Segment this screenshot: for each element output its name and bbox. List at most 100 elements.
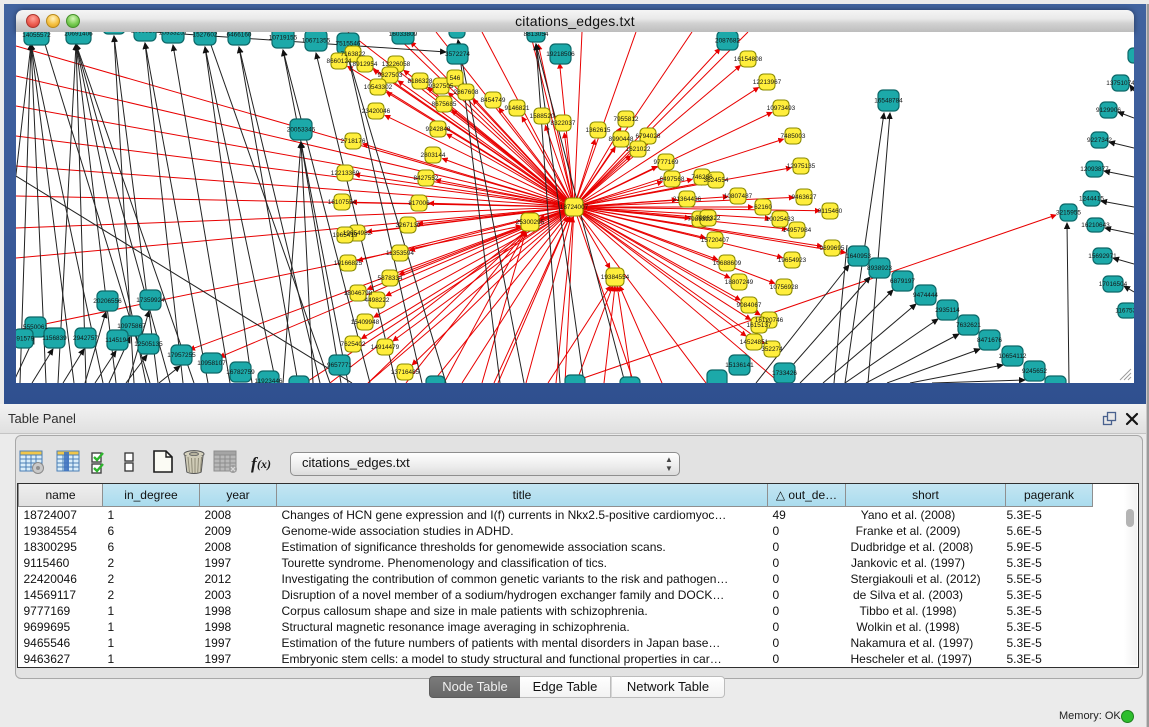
svg-text:13716485: 13716485 — [391, 369, 420, 376]
svg-text:16033809: 16033809 — [389, 32, 418, 38]
svg-text:17016504: 17016504 — [1099, 281, 1128, 288]
svg-text:16210643: 16210643 — [1081, 222, 1110, 229]
svg-text:1615137: 1615137 — [747, 322, 772, 329]
svg-text:15136141: 15136141 — [725, 362, 754, 369]
svg-text:13751074: 13751074 — [1106, 80, 1134, 87]
svg-text:2867608: 2867608 — [454, 89, 479, 96]
svg-text:12505135: 12505135 — [134, 341, 163, 348]
svg-text:1362615: 1362615 — [586, 127, 611, 134]
svg-text:9327503: 9327503 — [378, 72, 403, 79]
svg-text:9129906: 9129906 — [1096, 107, 1121, 114]
svg-text:8427552: 8427552 — [414, 175, 439, 182]
svg-text:15692971: 15692971 — [1088, 253, 1117, 260]
svg-text:7625402: 7625402 — [341, 341, 366, 348]
svg-text:7632621: 7632621 — [956, 322, 981, 329]
svg-text:8938923: 8938923 — [867, 265, 892, 272]
svg-text:16782759: 16782759 — [226, 369, 255, 376]
svg-text:25300295: 25300295 — [516, 219, 545, 226]
svg-text:6794028: 6794028 — [636, 133, 661, 140]
svg-text:(x): (x) — [257, 457, 271, 471]
svg-text:62160: 62160 — [754, 204, 772, 211]
svg-text:7515546: 7515546 — [336, 41, 361, 48]
svg-text:2803144: 2803144 — [421, 152, 446, 159]
svg-text:8322037: 8322037 — [551, 120, 576, 127]
svg-text:8471676: 8471676 — [977, 337, 1002, 344]
svg-text:8990448: 8990448 — [609, 136, 634, 143]
svg-text:3624554: 3624554 — [704, 177, 729, 184]
svg-text:16154808: 16154808 — [734, 56, 763, 63]
svg-text:21364436: 21364436 — [673, 196, 702, 203]
svg-text:19166825: 19166825 — [334, 260, 363, 267]
svg-text:10025433: 10025433 — [766, 216, 795, 223]
svg-text:6466160: 6466160 — [227, 32, 252, 39]
svg-text:352274: 352274 — [761, 346, 783, 353]
svg-text:10958107: 10958107 — [197, 360, 226, 367]
svg-text:14524851: 14524851 — [740, 339, 769, 346]
svg-text:14957984: 14957984 — [783, 227, 812, 234]
svg-text:546: 546 — [450, 75, 461, 82]
svg-text:18724007: 18724007 — [560, 204, 589, 211]
svg-text:19384554: 19384554 — [601, 274, 630, 281]
svg-text:12093877: 12093877 — [1080, 166, 1109, 173]
svg-text:9242848: 9242848 — [426, 126, 451, 133]
svg-text:10973493: 10973493 — [767, 105, 796, 112]
svg-text:9699695: 9699695 — [820, 245, 845, 252]
svg-text:5550061: 5550061 — [23, 324, 48, 331]
svg-text:8675685: 8675685 — [432, 101, 457, 108]
svg-text:7485003: 7485003 — [781, 133, 806, 140]
svg-text:10653287: 10653287 — [131, 32, 160, 35]
svg-text:14914479: 14914479 — [371, 344, 400, 351]
svg-text:17957255: 17957255 — [167, 352, 196, 359]
svg-text:1640953: 1640953 — [846, 253, 871, 260]
svg-text:10543302: 10543302 — [364, 84, 393, 91]
svg-text:6879197: 6879197 — [890, 278, 915, 285]
svg-text:9115460: 9115460 — [818, 208, 843, 215]
svg-text:1167533: 1167533 — [1115, 308, 1134, 315]
svg-text:3572274: 3572274 — [445, 51, 470, 58]
svg-text:11353594: 11353594 — [386, 250, 414, 257]
svg-text:14055572: 14055572 — [22, 32, 51, 39]
svg-text:1965419: 1965419 — [333, 232, 358, 239]
svg-text:1588520: 1588520 — [530, 113, 555, 120]
svg-text:9463627: 9463627 — [792, 194, 817, 201]
svg-text:8912954: 8912954 — [353, 61, 378, 68]
svg-text:2087682: 2087682 — [715, 38, 740, 45]
svg-text:19218506: 19218506 — [546, 51, 575, 58]
svg-text:20691406: 20691406 — [64, 32, 93, 38]
svg-text:3267130: 3267130 — [396, 222, 421, 229]
svg-text:10756928: 10756928 — [770, 284, 799, 291]
svg-text:8813054: 8813054 — [524, 32, 549, 38]
svg-text:18046798: 18046798 — [344, 290, 373, 297]
svg-text:1621022: 1621022 — [626, 146, 651, 153]
svg-text:2942757: 2942757 — [73, 335, 98, 342]
svg-text:16107554: 16107554 — [328, 199, 357, 206]
svg-text:19654923: 19654923 — [778, 257, 807, 264]
svg-text:10719155: 10719155 — [269, 35, 298, 42]
svg-text:23420046: 23420046 — [362, 108, 391, 115]
svg-text:1145194: 1145194 — [105, 337, 130, 344]
svg-text:7163822: 7163822 — [341, 51, 366, 58]
svg-text:1527602: 1527602 — [193, 32, 218, 39]
svg-text:6497568: 6497568 — [660, 176, 685, 183]
svg-text:20053346: 20053346 — [287, 127, 316, 134]
svg-text:10933257: 10933257 — [159, 32, 188, 37]
svg-text:9657771: 9657771 — [327, 362, 352, 369]
svg-text:1156839: 1156839 — [42, 335, 67, 342]
svg-text:20206556: 20206556 — [93, 298, 122, 305]
svg-text:1244415: 1244415 — [1079, 196, 1104, 203]
svg-text:10975867: 10975867 — [117, 323, 146, 330]
svg-text:18807249: 18807249 — [725, 279, 754, 286]
svg-text:7955812: 7955812 — [614, 116, 639, 123]
svg-text:391579: 391579 — [16, 336, 35, 343]
svg-text:9084067: 9084067 — [737, 302, 762, 309]
svg-text:15409948: 15409948 — [351, 319, 380, 326]
svg-text:12213967: 12213967 — [753, 79, 782, 86]
svg-text:9777169: 9777169 — [654, 159, 679, 166]
svg-text:9474444: 9474444 — [913, 292, 938, 299]
svg-text:1733426: 1733426 — [772, 370, 797, 377]
svg-text:9227342: 9227342 — [1087, 137, 1112, 144]
svg-text:9245652: 9245652 — [1022, 368, 1047, 375]
svg-text:4498222: 4498222 — [365, 297, 390, 304]
svg-text:17359924: 17359924 — [136, 297, 165, 304]
svg-text:12975135: 12975135 — [787, 163, 816, 170]
